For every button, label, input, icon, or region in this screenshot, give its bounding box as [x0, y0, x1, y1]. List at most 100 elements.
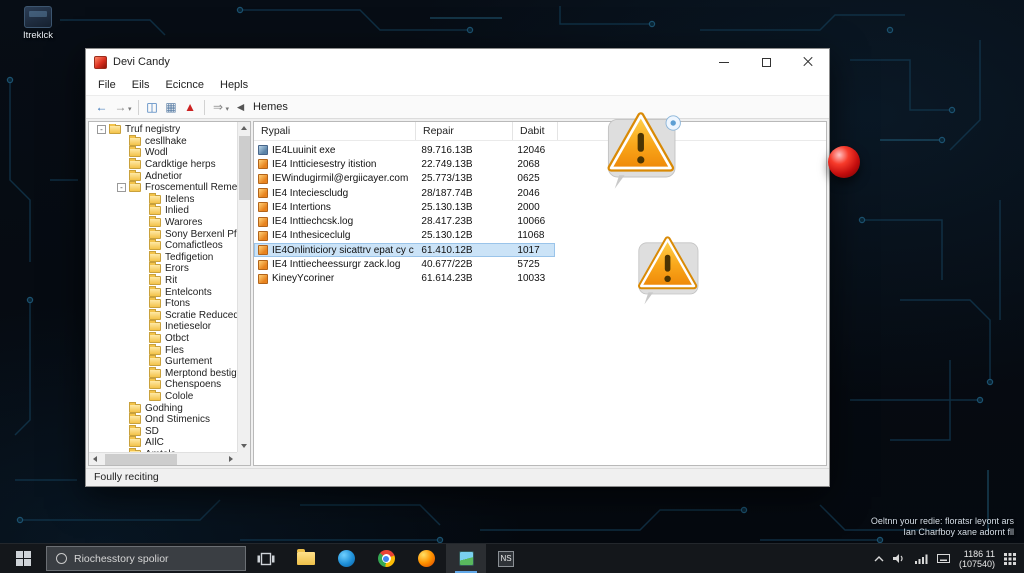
expander-icon[interactable]: - [97, 125, 106, 135]
ns-app-button[interactable]: NS [486, 544, 526, 573]
list-row[interactable]: IE4Luuinit exe 89.716.13B 12046 [254, 143, 555, 157]
chrome-button[interactable] [366, 544, 406, 573]
panes-icon[interactable]: ◫ [143, 98, 162, 116]
list-row[interactable]: IE4 Inthesiceclulg 25.130.12B 11068 [254, 229, 555, 243]
tree-item[interactable]: Rit [89, 274, 237, 287]
tree-item[interactable]: Gurtement [89, 355, 237, 368]
list-row[interactable]: KineyYcoriner 61.614.23B 10033 [254, 272, 555, 286]
photos-app-button[interactable] [446, 544, 486, 573]
desktop-icon-itreklck[interactable]: Itreklck [10, 6, 66, 41]
menu-item-hepls[interactable]: Hepls [212, 77, 256, 93]
tree-item[interactable]: SD [89, 424, 237, 437]
firefox-icon [417, 550, 435, 567]
tree-item[interactable]: cesllhake [89, 134, 237, 148]
tree-panel: - Truf negistry cesllhake Wodl Cardktige her… [88, 121, 251, 466]
list-row[interactable]: IE4 Inttiechcsk.log 28.417.23B 10066 [254, 214, 555, 228]
file-icon [258, 159, 268, 170]
firefox-button[interactable] [406, 544, 446, 573]
tree-item[interactable]: Cardktige herps [89, 158, 237, 171]
tree-horizontal-scrollbar[interactable] [89, 452, 237, 465]
tree-item[interactable]: AIlC [89, 436, 237, 449]
scroll-down-icon[interactable] [241, 444, 247, 448]
tree-item[interactable]: Sony Berxenl Pfanues [89, 227, 237, 240]
column-header-dabit[interactable]: Dabit [513, 122, 558, 140]
tree-vertical-scrollbar[interactable] [237, 122, 250, 452]
tree-item[interactable]: Erors [89, 262, 237, 275]
tree-item[interactable]: Tedfigetion [89, 250, 237, 264]
task-view-button[interactable] [246, 544, 286, 573]
grid-icon[interactable]: ▦ [162, 98, 181, 116]
row-name: IE4 Intertions [272, 201, 331, 213]
file-explorer-button[interactable] [286, 544, 326, 573]
tree-item[interactable]: Fles [89, 343, 237, 356]
ns-app-icon: NS [498, 550, 514, 567]
menu-item-eils[interactable]: Eils [124, 77, 158, 93]
tree-item[interactable]: Colole [89, 389, 237, 403]
tree-item[interactable]: Ftons [89, 297, 237, 310]
back-icon[interactable]: ← [92, 98, 111, 116]
column-header-rypali[interactable]: Rypali [254, 122, 416, 140]
minimize-button[interactable] [703, 49, 745, 75]
scroll-up-icon[interactable] [241, 126, 247, 130]
menu-item-ecicnce[interactable]: Ecicnce [157, 77, 212, 93]
edge-button[interactable] [326, 544, 366, 573]
start-button[interactable] [0, 544, 46, 573]
scroll-right-icon[interactable] [229, 456, 233, 462]
expander-icon[interactable]: - [117, 183, 126, 193]
tree-item[interactable]: Adnetior [89, 169, 237, 182]
action-center-button[interactable] [1004, 552, 1016, 565]
column-header-repair[interactable]: Repair [416, 122, 513, 140]
clock[interactable]: 1186 11 (107540) [959, 549, 995, 569]
tree-item[interactable]: - Truf negistry [89, 124, 237, 136]
titlebar[interactable]: Devi Candy [86, 49, 829, 75]
close-button[interactable] [787, 49, 829, 75]
scroll-left-icon[interactable] [93, 456, 97, 462]
list-row[interactable]: IE4 Intertions 25.130.13B 2000 [254, 200, 555, 214]
prev-icon[interactable]: ◄ [231, 98, 250, 116]
dropdown-caret-icon[interactable]: ▾ [226, 105, 230, 113]
row-name: IE4 Intticiesestry itistion [272, 158, 377, 170]
menu-item-file[interactable]: File [90, 77, 124, 93]
list-row[interactable]: IE4 Intticiesestry itistion 22.749.13B 206… [254, 157, 555, 171]
tree-item[interactable]: Inetieselor [89, 320, 237, 333]
tree-item[interactable]: Chenspoens [89, 378, 237, 391]
row-name: IE4Onlinticiory sicattrv epat cy crales. [272, 244, 414, 256]
volume-button[interactable] [892, 553, 906, 564]
tree-item[interactable]: Scratie Reduced [89, 308, 237, 322]
tree-item[interactable]: Warores [89, 216, 237, 229]
tree-item[interactable]: Inlied [89, 204, 237, 217]
hemes-label: Hemes [253, 101, 288, 113]
tree-item[interactable]: Godhing [89, 401, 237, 414]
list-row[interactable]: IE4 Inttiecheessurgr zack.log 40.677/22B 5… [254, 257, 555, 271]
status-bar: Foully reciting [86, 468, 829, 486]
tree-item[interactable]: Otbct [89, 331, 237, 345]
list-row[interactable]: IE4 Inteciescludg 28/187.74B 2046 [254, 186, 555, 200]
list-row[interactable]: IEWindugirmil@ergiicayer.com 25.773/13B 06… [254, 172, 555, 186]
network-button[interactable] [914, 554, 928, 564]
tree-item[interactable]: Itelens [89, 192, 237, 206]
tray-chevron-button[interactable] [874, 555, 884, 562]
horizontal-scroll-thumb[interactable] [105, 454, 177, 465]
tree-item[interactable]: Entelconts [89, 285, 237, 298]
tree-item[interactable]: Ond Stimenics [89, 413, 237, 426]
keyboard-button[interactable] [936, 554, 950, 563]
vertical-scroll-thumb[interactable] [239, 136, 250, 200]
list-row[interactable]: IE4Onlinticiory sicattrv epat cy crales.… [254, 243, 555, 258]
tree-item[interactable]: - Froscementull Remect [89, 181, 237, 194]
app-icon [94, 55, 107, 69]
file-icon [258, 230, 268, 241]
tree-item[interactable]: Comafictleos [89, 239, 237, 252]
row-dabit: 5725 [517, 259, 540, 271]
toolbar-separator [137, 99, 139, 115]
dropdown-caret-icon[interactable]: ▾ [128, 105, 132, 113]
folder-icon [109, 124, 121, 135]
row-dabit: 2068 [517, 158, 540, 170]
search-text: Riochesstory spolior [74, 552, 169, 565]
tree-item[interactable]: Merptond bestigy [89, 366, 237, 379]
list-header: Rypali Repair Dabit [254, 122, 826, 141]
scan-warning-icon[interactable]: ▲ [181, 98, 200, 116]
tree-item[interactable]: Wodl [89, 146, 237, 159]
row-dabit: 0625 [517, 173, 540, 185]
maximize-button[interactable] [745, 49, 787, 75]
taskbar-search[interactable]: Riochesstory spolior [46, 546, 246, 571]
